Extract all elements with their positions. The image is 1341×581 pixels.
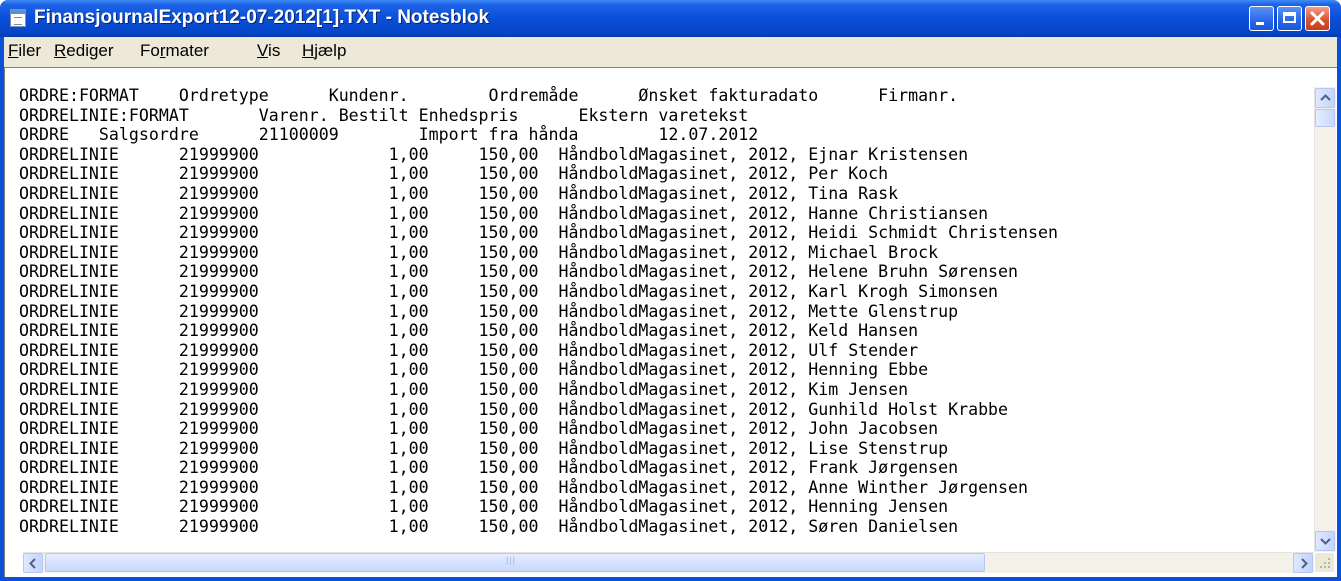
text-line[interactable]: ORDRE Salgsordre 21100009 Import fra hån… <box>19 125 1309 145</box>
scroll-left-button[interactable] <box>23 553 43 573</box>
text-line[interactable]: ORDRELINIE 21999900 1,00 150,00 Håndbold… <box>19 302 1309 322</box>
text-line[interactable]: ORDRELINIE 21999900 1,00 150,00 Håndbold… <box>19 458 1309 478</box>
notepad-window: FinansjournalExport12-07-2012[1].TXT - N… <box>0 0 1341 581</box>
minimize-button[interactable] <box>1249 6 1274 31</box>
menu-view[interactable]: Vis <box>257 41 280 61</box>
text-line[interactable]: ORDRELINIE 21999900 1,00 150,00 Håndbold… <box>19 262 1309 282</box>
scroll-up-button[interactable] <box>1315 88 1335 108</box>
text-line[interactable]: ORDRELINIE 21999900 1,00 150,00 Håndbold… <box>19 282 1309 302</box>
menu-help[interactable]: Hjælp <box>302 41 346 61</box>
text-line[interactable]: ORDRELINIE 21999900 1,00 150,00 Håndbold… <box>19 341 1309 361</box>
close-icon <box>1310 11 1325 26</box>
text-line[interactable]: ORDRELINIE 21999900 1,00 150,00 Håndbold… <box>19 439 1309 459</box>
resize-grip[interactable] <box>1315 553 1334 572</box>
scroll-right-button[interactable] <box>1293 553 1313 573</box>
text-line[interactable]: ORDRELINIE 21999900 1,00 150,00 Håndbold… <box>19 223 1309 243</box>
horizontal-scrollbar[interactable] <box>23 552 1314 573</box>
text-editor[interactable]: ORDRE:FORMAT Ordretype Kundenr. Ordremåd… <box>4 67 1337 577</box>
window-title: FinansjournalExport12-07-2012[1].TXT - N… <box>34 7 490 28</box>
text-line[interactable]: ORDRELINIE:FORMAT Varenr. Bestilt Enheds… <box>19 106 1309 126</box>
arrow-right-icon <box>1301 558 1308 569</box>
text-line[interactable]: ORDRELINIE 21999900 1,00 150,00 Håndbold… <box>19 497 1309 517</box>
text-line[interactable]: ORDRELINIE 21999900 1,00 150,00 Håndbold… <box>19 321 1309 341</box>
text-line[interactable]: ORDRE:FORMAT Ordretype Kundenr. Ordremåd… <box>19 86 1309 106</box>
text-content[interactable]: ORDRE:FORMAT Ordretype Kundenr. Ordremåd… <box>19 86 1309 561</box>
scroll-down-button[interactable] <box>1315 531 1335 551</box>
horizontal-scroll-thumb[interactable] <box>45 553 985 572</box>
text-line[interactable]: ORDRELINIE 21999900 1,00 150,00 Håndbold… <box>19 360 1309 380</box>
arrow-left-icon <box>29 558 36 569</box>
arrow-down-icon <box>1320 538 1331 545</box>
title-bar[interactable]: FinansjournalExport12-07-2012[1].TXT - N… <box>0 0 1341 37</box>
text-line[interactable]: ORDRELINIE 21999900 1,00 150,00 Håndbold… <box>19 243 1309 263</box>
close-button[interactable] <box>1305 6 1330 31</box>
text-line[interactable]: ORDRELINIE 21999900 1,00 150,00 Håndbold… <box>19 164 1309 184</box>
text-line[interactable]: ORDRELINIE 21999900 1,00 150,00 Håndbold… <box>19 380 1309 400</box>
vertical-scroll-thumb[interactable] <box>1315 109 1335 127</box>
menu-bar: Filer Rediger Formater Vis Hjælp <box>4 37 1337 67</box>
vertical-scrollbar[interactable] <box>1314 87 1336 552</box>
text-line[interactable]: ORDRELINIE 21999900 1,00 150,00 Håndbold… <box>19 204 1309 224</box>
text-line[interactable]: ORDRELINIE 21999900 1,00 150,00 Håndbold… <box>19 419 1309 439</box>
arrow-up-icon <box>1320 94 1331 101</box>
menu-edit[interactable]: Rediger <box>54 41 114 61</box>
text-line[interactable]: ORDRELINIE 21999900 1,00 150,00 Håndbold… <box>19 184 1309 204</box>
text-line[interactable]: ORDRELINIE 21999900 1,00 150,00 Håndbold… <box>19 478 1309 498</box>
maximize-button[interactable] <box>1277 6 1302 31</box>
text-line[interactable]: ORDRELINIE 21999900 1,00 150,00 Håndbold… <box>19 145 1309 165</box>
menu-file[interactable]: Filer <box>8 41 41 61</box>
text-line[interactable]: ORDRELINIE 21999900 1,00 150,00 Håndbold… <box>19 400 1309 420</box>
notepad-icon[interactable] <box>10 9 26 27</box>
text-line[interactable]: ORDRELINIE 21999900 1,00 150,00 Håndbold… <box>19 517 1309 537</box>
menu-format[interactable]: Formater <box>140 41 209 61</box>
